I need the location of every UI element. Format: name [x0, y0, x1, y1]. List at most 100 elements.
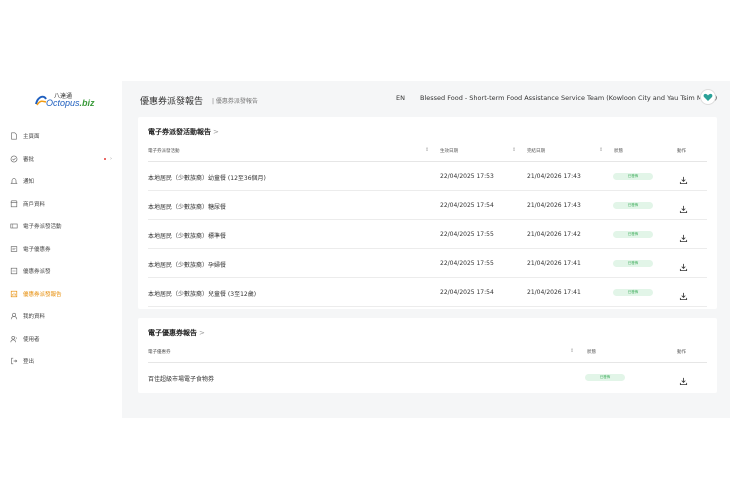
heart-logo-icon: [703, 93, 713, 101]
octopus-biz-logo[interactable]: 八達通 Octopus.biz: [34, 91, 114, 113]
status-badge: 已發佈: [613, 202, 653, 209]
notification-dot: [104, 157, 106, 160]
coupon-activity-report-card: 電子券派發活動報告 > 電子券派發活動 ⇕ 生效日期 ⇕ 完結日期 ⇕ 狀態 動作…: [138, 117, 717, 309]
chevron-right-icon: >: [199, 329, 205, 337]
start-date: 22/04/2025 17:54: [440, 202, 494, 209]
end-date: 21/04/2026 17:42: [527, 231, 581, 238]
card-title[interactable]: 電子優惠券報告 >: [148, 328, 205, 338]
status-badge: 已發佈: [613, 173, 653, 180]
download-icon[interactable]: [679, 199, 688, 214]
sidebar-item-label: 審批: [23, 156, 35, 163]
sidebar-item-0[interactable]: 主頁面: [8, 125, 120, 148]
column-header-status: 狀態: [614, 149, 623, 154]
sidebar-nav: 主頁面審批 › 通知商戶資料電子券派發活動 電子優惠券優惠券派發優惠券派發報告 我的資料…: [8, 125, 120, 373]
avatar[interactable]: [700, 89, 716, 105]
logo-brand-text: Octopus.biz: [46, 98, 95, 108]
sidebar-item-6[interactable]: 優惠券派發: [8, 260, 120, 283]
main-content: 優惠券派發報告 | 優惠券派發報告 EN Blessed Food - Shor…: [122, 81, 730, 418]
column-header-end: 完結日期: [527, 149, 545, 154]
coupon-icon: [8, 222, 20, 230]
column-header-action: 動作: [677, 350, 686, 355]
end-date: 21/04/2026 17:41: [527, 289, 581, 296]
sidebar-item-label: 電子優惠券: [23, 246, 51, 253]
card-title-text: 電子券派發活動報告: [148, 128, 211, 136]
sidebar-item-label: 通知: [23, 179, 35, 186]
voucher-name: 百佳超級市場電子食物券: [148, 376, 215, 383]
table-row: 本地居民（少數族裔）孕婦餐 22/04/2025 17:55 21/04/2026 …: [148, 249, 707, 278]
voucher-icon: [8, 245, 20, 253]
distribute-icon: [8, 267, 20, 275]
sidebar-item-4[interactable]: 電子券派發活動: [8, 215, 120, 238]
app-window: 八達通 Octopus.biz 主頁面 審批 › 通知 商戶資料 電子券派發活動 電子優惠券…: [0, 81, 730, 418]
start-date: 22/04/2025 17:53: [440, 173, 494, 180]
download-icon[interactable]: [679, 257, 688, 272]
sidebar-item-2[interactable]: 通知: [8, 170, 120, 193]
end-date: 21/04/2026 17:43: [527, 202, 581, 209]
document-icon: [8, 132, 20, 140]
sort-icon[interactable]: ⇕: [599, 147, 603, 153]
sort-icon[interactable]: ⇕: [512, 147, 516, 153]
sidebar-item-5[interactable]: 電子優惠券: [8, 238, 120, 261]
status-badge: 已發佈: [585, 374, 625, 381]
sort-icon[interactable]: ⇕: [425, 147, 429, 153]
download-icon[interactable]: [679, 371, 688, 386]
sidebar-item-label: 電子券派發活動: [23, 224, 62, 231]
table-row: 百佳超級市場電子食物券 已發佈: [148, 363, 707, 392]
sidebar-item-9[interactable]: 使用者: [8, 328, 120, 351]
column-header-action: 動作: [677, 149, 686, 154]
status-badge: 已發佈: [613, 289, 653, 296]
users-icon: [8, 335, 20, 343]
e-voucher-report-card: 電子優惠券報告 > 電子優惠券 ⇕ 狀態 動作 百佳超級市場電子食物券 已發佈: [138, 318, 717, 393]
table-row: 本地居民（少數族裔）糖尿餐 22/04/2025 17:54 21/04/2026 …: [148, 191, 707, 220]
breadcrumb: | 優惠券派發報告: [212, 98, 258, 105]
start-date: 22/04/2025 17:54: [440, 289, 494, 296]
table-row: 本地居民（少數族裔）兒童餐 (3至12歲) 22/04/2025 17:54 21/…: [148, 278, 707, 307]
column-header-name: 電子優惠券: [148, 350, 171, 355]
download-icon[interactable]: [679, 286, 688, 301]
user-icon: [8, 312, 20, 320]
end-date: 21/04/2026 17:41: [527, 260, 581, 267]
sidebar-item-3[interactable]: 商戶資料: [8, 193, 120, 216]
bell-icon: [8, 177, 20, 185]
logout-icon: [8, 357, 20, 365]
table-row: 本地居民（少數族裔）標準餐 22/04/2025 17:55 21/04/2026 …: [148, 220, 707, 249]
status-badge: 已發佈: [613, 260, 653, 267]
logo-biz-text: .biz: [79, 98, 95, 108]
column-header-name: 電子券派發活動: [148, 149, 180, 154]
language-toggle[interactable]: EN: [396, 94, 405, 102]
sidebar-item-8[interactable]: 我的資料: [8, 305, 120, 328]
activity-name: 本地居民（少數族裔）兒童餐 (3至12歲): [148, 291, 257, 298]
column-header-status: 狀態: [587, 350, 596, 355]
organization-name: Blessed Food - Short-term Food Assistanc…: [420, 94, 718, 102]
card-title[interactable]: 電子券派發活動報告 >: [148, 127, 219, 137]
status-badge: 已發佈: [613, 231, 653, 238]
sidebar-item-1[interactable]: 審批 ›: [8, 148, 120, 171]
start-date: 22/04/2025 17:55: [440, 260, 494, 267]
sidebar-item-label: 商戶資料: [23, 201, 46, 208]
download-icon[interactable]: [679, 228, 688, 243]
activity-name: 本地居民（少數族裔）標準餐: [148, 233, 227, 240]
sidebar: 八達通 Octopus.biz 主頁面審批 › 通知商戶資料電子券派發活動 電子優惠券…: [0, 81, 122, 418]
logo-brand-name: Octopus: [46, 98, 80, 108]
activity-name: 本地居民（少數族裔）幼童餐 (12至36個月): [148, 175, 266, 182]
sort-icon[interactable]: ⇕: [570, 348, 574, 354]
page-title: 優惠券派發報告: [140, 97, 204, 107]
sidebar-item-label: 優惠券派發報告: [23, 291, 62, 298]
chevron-right-icon: >: [213, 128, 219, 136]
report-icon: [8, 290, 20, 298]
sidebar-item-7[interactable]: 優惠券派發報告: [8, 283, 120, 306]
check-circle-icon: [8, 155, 20, 163]
activity-name: 本地居民（少數族裔）糖尿餐: [148, 204, 227, 211]
sidebar-item-10[interactable]: 登出: [8, 350, 120, 373]
activity-name: 本地居民（少數族裔）孕婦餐: [148, 262, 227, 269]
card-title-text: 電子優惠券報告: [148, 329, 197, 337]
sidebar-item-label: 主頁面: [23, 134, 40, 141]
sidebar-item-label: 使用者: [23, 336, 40, 343]
sidebar-item-label: 我的資料: [23, 314, 46, 321]
sidebar-item-label: 優惠券派發: [23, 269, 51, 276]
download-icon[interactable]: [679, 170, 688, 185]
sidebar-item-label: 登出: [23, 359, 35, 366]
end-date: 21/04/2026 17:43: [527, 173, 581, 180]
chevron-right-icon[interactable]: ›: [110, 156, 112, 162]
top-bar: 優惠券派發報告 | 優惠券派發報告 EN Blessed Food - Shor…: [122, 81, 730, 117]
